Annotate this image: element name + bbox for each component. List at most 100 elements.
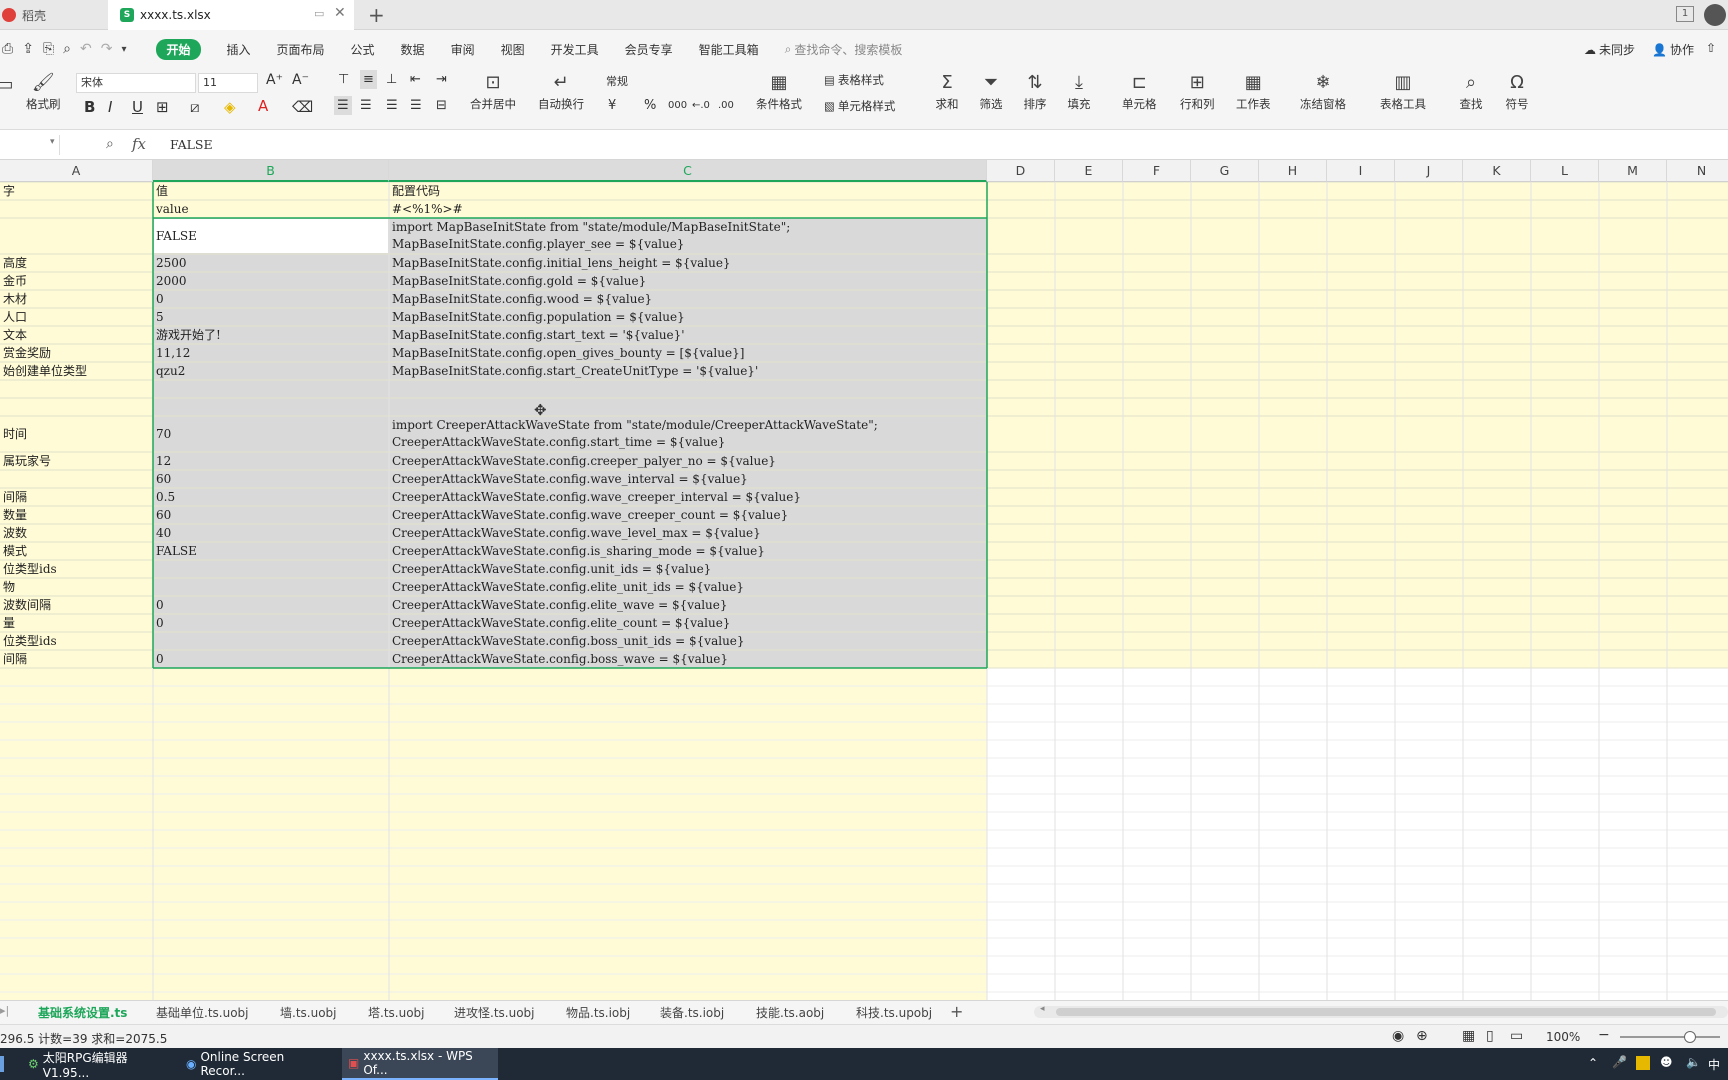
cell-b25[interactable]: 0 bbox=[153, 651, 389, 669]
menu-home[interactable]: 开始 bbox=[156, 38, 201, 60]
cell-a4[interactable]: 高度 bbox=[0, 255, 153, 273]
scroll-left-icon[interactable]: ◂ bbox=[1040, 1004, 1045, 1014]
indent-decrease-icon[interactable]: ⇤ bbox=[410, 72, 421, 87]
decrease-decimal-icon[interactable]: .00 bbox=[718, 100, 734, 111]
column-header-j[interactable]: J bbox=[1395, 160, 1463, 182]
cell-b2[interactable]: value bbox=[153, 201, 389, 219]
font-color-icon[interactable]: A bbox=[258, 97, 268, 115]
cell-c9[interactable]: MapBaseInitState.config.open_gives_bount… bbox=[389, 345, 987, 363]
cell-a2[interactable] bbox=[0, 201, 153, 219]
column-header-k[interactable]: K bbox=[1463, 160, 1531, 182]
save-icon[interactable]: ⎙ bbox=[2, 41, 13, 57]
avatar[interactable] bbox=[1704, 4, 1726, 26]
cell-c23[interactable]: CreeperAttackWaveState.config.elite_coun… bbox=[389, 615, 987, 633]
align-left-icon[interactable]: ☰ bbox=[334, 96, 352, 115]
microphone-icon[interactable]: 🎤 bbox=[1612, 1055, 1627, 1069]
align-middle-icon[interactable]: ≡ bbox=[360, 70, 377, 89]
cell-b9[interactable]: 11,12 bbox=[153, 345, 389, 363]
column-header-d[interactable]: D bbox=[987, 160, 1055, 182]
column-header-h[interactable]: H bbox=[1259, 160, 1327, 182]
format-painter-button[interactable]: 🖌 格式刷 bbox=[26, 70, 61, 112]
cell-b18[interactable]: 40 bbox=[153, 525, 389, 543]
layout-mode-icon[interactable]: ⊕ bbox=[1416, 1028, 1428, 1044]
cell-a7[interactable]: 人口 bbox=[0, 309, 153, 327]
sort-button[interactable]: ⇅ 排序 bbox=[1022, 70, 1048, 112]
cell-b6[interactable]: 0 bbox=[153, 291, 389, 309]
horizontal-scrollbar[interactable]: ◂ bbox=[1034, 1004, 1728, 1018]
tab-daoke[interactable]: 稻壳 bbox=[0, 0, 108, 30]
cell-b16[interactable]: 0.5 bbox=[153, 489, 389, 507]
sheet-tab-1[interactable]: 基础系统设置.ts bbox=[38, 1004, 127, 1021]
cell-b13[interactable]: 70 bbox=[153, 426, 389, 444]
share-icon[interactable]: ⇧ bbox=[1706, 41, 1716, 55]
increase-decimal-icon[interactable]: ←.0 bbox=[692, 100, 710, 111]
taskbar-screen-recorder[interactable]: ◉ Online Screen Recor... bbox=[180, 1048, 336, 1080]
cell-b14[interactable]: 12 bbox=[153, 453, 389, 471]
normal-view-icon[interactable]: ▦ bbox=[1462, 1028, 1475, 1044]
cell-c17[interactable]: CreeperAttackWaveState.config.wave_creep… bbox=[389, 507, 987, 525]
cell-c24[interactable]: CreeperAttackWaveState.config.boss_unit_… bbox=[389, 633, 987, 651]
cell-a3[interactable] bbox=[0, 228, 153, 246]
sync-status[interactable]: ☁ 未同步 bbox=[1584, 41, 1635, 58]
cell-b1[interactable]: 值 bbox=[153, 183, 389, 201]
cell-b10[interactable]: qzu2 bbox=[153, 363, 389, 381]
column-header-b[interactable]: B bbox=[153, 160, 389, 182]
cell-c2[interactable]: #<%1%># bbox=[389, 201, 987, 219]
cell-c6[interactable]: MapBaseInitState.config.wood = ${value} bbox=[389, 291, 987, 309]
sheet-nav-icon[interactable]: ▸| bbox=[0, 1004, 9, 1017]
column-header-m[interactable]: M bbox=[1599, 160, 1667, 182]
start-icon[interactable] bbox=[0, 1056, 4, 1072]
sheet-tab-2[interactable]: 基础单位.ts.uobj bbox=[156, 1004, 249, 1021]
cell-c8[interactable]: MapBaseInitState.config.start_text = '${… bbox=[389, 327, 987, 345]
formula-input[interactable]: FALSE bbox=[170, 137, 213, 152]
align-top-icon[interactable]: ⊤ bbox=[338, 72, 349, 87]
align-center-icon[interactable]: ☰ bbox=[360, 98, 372, 113]
percent-icon[interactable]: % bbox=[644, 98, 656, 113]
cell-a16[interactable]: 间隔 bbox=[0, 489, 153, 507]
worksheet-button[interactable]: ▦ 工作表 bbox=[1236, 70, 1271, 112]
menu-insert[interactable]: 插入 bbox=[227, 41, 251, 58]
cell-c21[interactable]: CreeperAttackWaveState.config.elite_unit… bbox=[389, 579, 987, 597]
cell-a22[interactable]: 波数间隔 bbox=[0, 597, 153, 615]
cell-c12[interactable] bbox=[389, 399, 987, 417]
sheet-tab-5[interactable]: 进攻怪.ts.uobj bbox=[454, 1004, 535, 1021]
cell-a13[interactable]: 时间 bbox=[0, 426, 153, 444]
zoom-level[interactable]: 100% bbox=[1546, 1030, 1580, 1044]
menu-review[interactable]: 审阅 bbox=[451, 41, 475, 58]
tray-person-icon[interactable]: ☻ bbox=[1660, 1055, 1673, 1069]
cell-c3-line2[interactable]: MapBaseInitState.config.player_see = ${v… bbox=[389, 236, 987, 254]
column-header-n[interactable]: N bbox=[1667, 160, 1728, 182]
add-sheet-button[interactable]: + bbox=[950, 1002, 963, 1021]
cell-c19[interactable]: CreeperAttackWaveState.config.is_sharing… bbox=[389, 543, 987, 561]
distributed-icon[interactable]: ⊟ bbox=[436, 98, 447, 113]
cell-c7[interactable]: MapBaseInitState.config.population = ${v… bbox=[389, 309, 987, 327]
cell-c1[interactable]: 配置代码 bbox=[389, 183, 987, 201]
thousands-icon[interactable]: 000 bbox=[668, 100, 687, 111]
cell-c11[interactable] bbox=[389, 381, 987, 399]
column-header-a[interactable]: A bbox=[0, 160, 153, 182]
cell-a23[interactable]: 量 bbox=[0, 615, 153, 633]
ime-indicator[interactable]: 中 bbox=[1708, 1056, 1720, 1073]
tray-expand-icon[interactable]: ⌃ bbox=[1588, 1056, 1598, 1070]
cell-c4[interactable]: MapBaseInitState.config.initial_lens_hei… bbox=[389, 255, 987, 273]
cell-a19[interactable]: 模式 bbox=[0, 543, 153, 561]
sheet-tab-8[interactable]: 技能.ts.aobj bbox=[756, 1004, 824, 1021]
number-format-select[interactable]: 常规 bbox=[602, 73, 738, 93]
cell-b19[interactable]: FALSE bbox=[153, 543, 389, 561]
collab-button[interactable]: 👤 协作 bbox=[1652, 41, 1694, 58]
cell-c10[interactable]: MapBaseInitState.config.start_CreateUnit… bbox=[389, 363, 987, 381]
name-box[interactable]: ▾ bbox=[0, 135, 60, 155]
rows-cols-button[interactable]: ⊞ 行和列 bbox=[1180, 70, 1215, 112]
font-size-select[interactable]: 11 bbox=[198, 73, 258, 93]
cell-b11[interactable] bbox=[153, 381, 389, 399]
sheet-tab-7[interactable]: 装备.ts.iobj bbox=[660, 1004, 724, 1021]
clear-format-icon[interactable]: ⌫ bbox=[292, 98, 313, 116]
zoom-out-icon[interactable]: − bbox=[1598, 1027, 1610, 1043]
zoom-slider[interactable] bbox=[1620, 1031, 1720, 1043]
paste-button[interactable]: ▭ bbox=[0, 72, 14, 98]
quick-access-dropdown-icon[interactable]: ▾ bbox=[121, 44, 126, 55]
cell-b15[interactable]: 60 bbox=[153, 471, 389, 489]
page-break-view-icon[interactable]: ▭ bbox=[1510, 1028, 1523, 1044]
table-style-button[interactable]: ▤ 表格样式 bbox=[824, 72, 884, 88]
command-search[interactable]: ⌕ 查找命令、搜索模板 bbox=[785, 41, 903, 58]
